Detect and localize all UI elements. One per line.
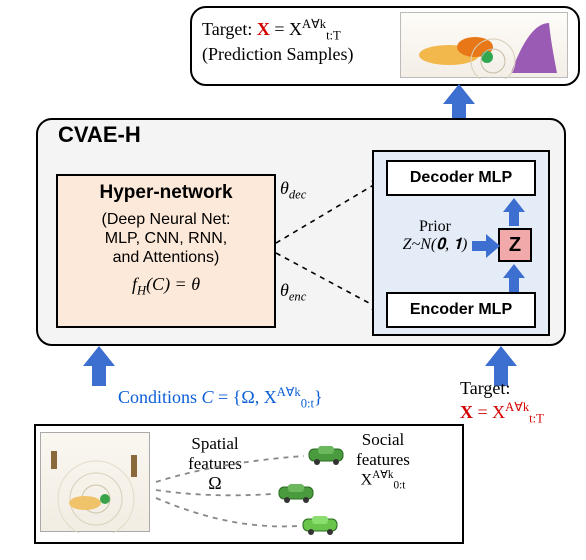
- scene-image: [40, 432, 150, 532]
- social-text: Social features: [356, 430, 410, 469]
- hyper-fn-sub: H: [137, 283, 146, 297]
- arrow-up-icon: [504, 264, 524, 292]
- cvae-h-title: CVAE-H: [54, 122, 145, 148]
- target-prefix: Target:: [202, 19, 257, 39]
- hyper-function: fH(C) = θ: [64, 274, 268, 299]
- social-sup: A∀k: [372, 469, 393, 481]
- target-x: X: [257, 19, 270, 39]
- target-in-sup: A∀k: [505, 400, 529, 414]
- cond-sub: 0:t: [301, 397, 314, 411]
- prior-eq: Z~N(𝟎, 𝟏): [394, 236, 476, 254]
- target-sup: A∀k: [302, 17, 326, 31]
- cond-sup: A∀k: [277, 385, 301, 399]
- conditions-label: Conditions C = {Ω, XA∀k0:t}: [118, 384, 323, 412]
- target-sub: t:T: [326, 29, 341, 43]
- prediction-image: [400, 12, 568, 78]
- hyper-fn-arg: (C) = θ: [146, 274, 200, 294]
- z-box: Z: [498, 228, 532, 262]
- cond-word: Conditions: [118, 387, 202, 407]
- arrow-up-icon: [84, 346, 114, 386]
- decoder-box: Decoder MLP: [386, 160, 536, 196]
- hyper-subtitle: (Deep Neural Net: MLP, CNN, RNN, and Att…: [64, 210, 268, 268]
- arrow-right-icon: [472, 234, 500, 258]
- social-label: Social features XA∀k0:t: [338, 430, 428, 492]
- target-in-eq: = X: [473, 402, 505, 422]
- hyper-network-box: Hyper-network (Deep Neural Net: MLP, CNN…: [56, 174, 276, 328]
- prior-word: Prior: [394, 218, 476, 236]
- cond-eq: = {Ω, X: [214, 387, 277, 407]
- scene-viz-icon: [41, 433, 151, 533]
- dashed-curves: [150, 432, 350, 540]
- arrow-up-icon: [504, 198, 524, 226]
- prediction-viz-icon: [401, 13, 569, 79]
- target-in-prefix: Target:: [460, 378, 570, 399]
- target-eq: = X: [270, 19, 302, 39]
- social-sym: X: [361, 471, 373, 488]
- social-sub: 0:t: [394, 480, 406, 492]
- encoder-box: Encoder MLP: [386, 292, 536, 328]
- target-in-sub: t:T: [529, 412, 544, 426]
- prior-label: Prior Z~N(𝟎, 𝟏): [394, 218, 476, 254]
- target-in-x: X: [460, 402, 473, 422]
- cond-c: C: [202, 387, 214, 407]
- target-input-label: Target: X = XA∀kt:T: [460, 378, 570, 427]
- cond-close: }: [314, 387, 323, 407]
- hyper-title: Hyper-network: [64, 182, 268, 204]
